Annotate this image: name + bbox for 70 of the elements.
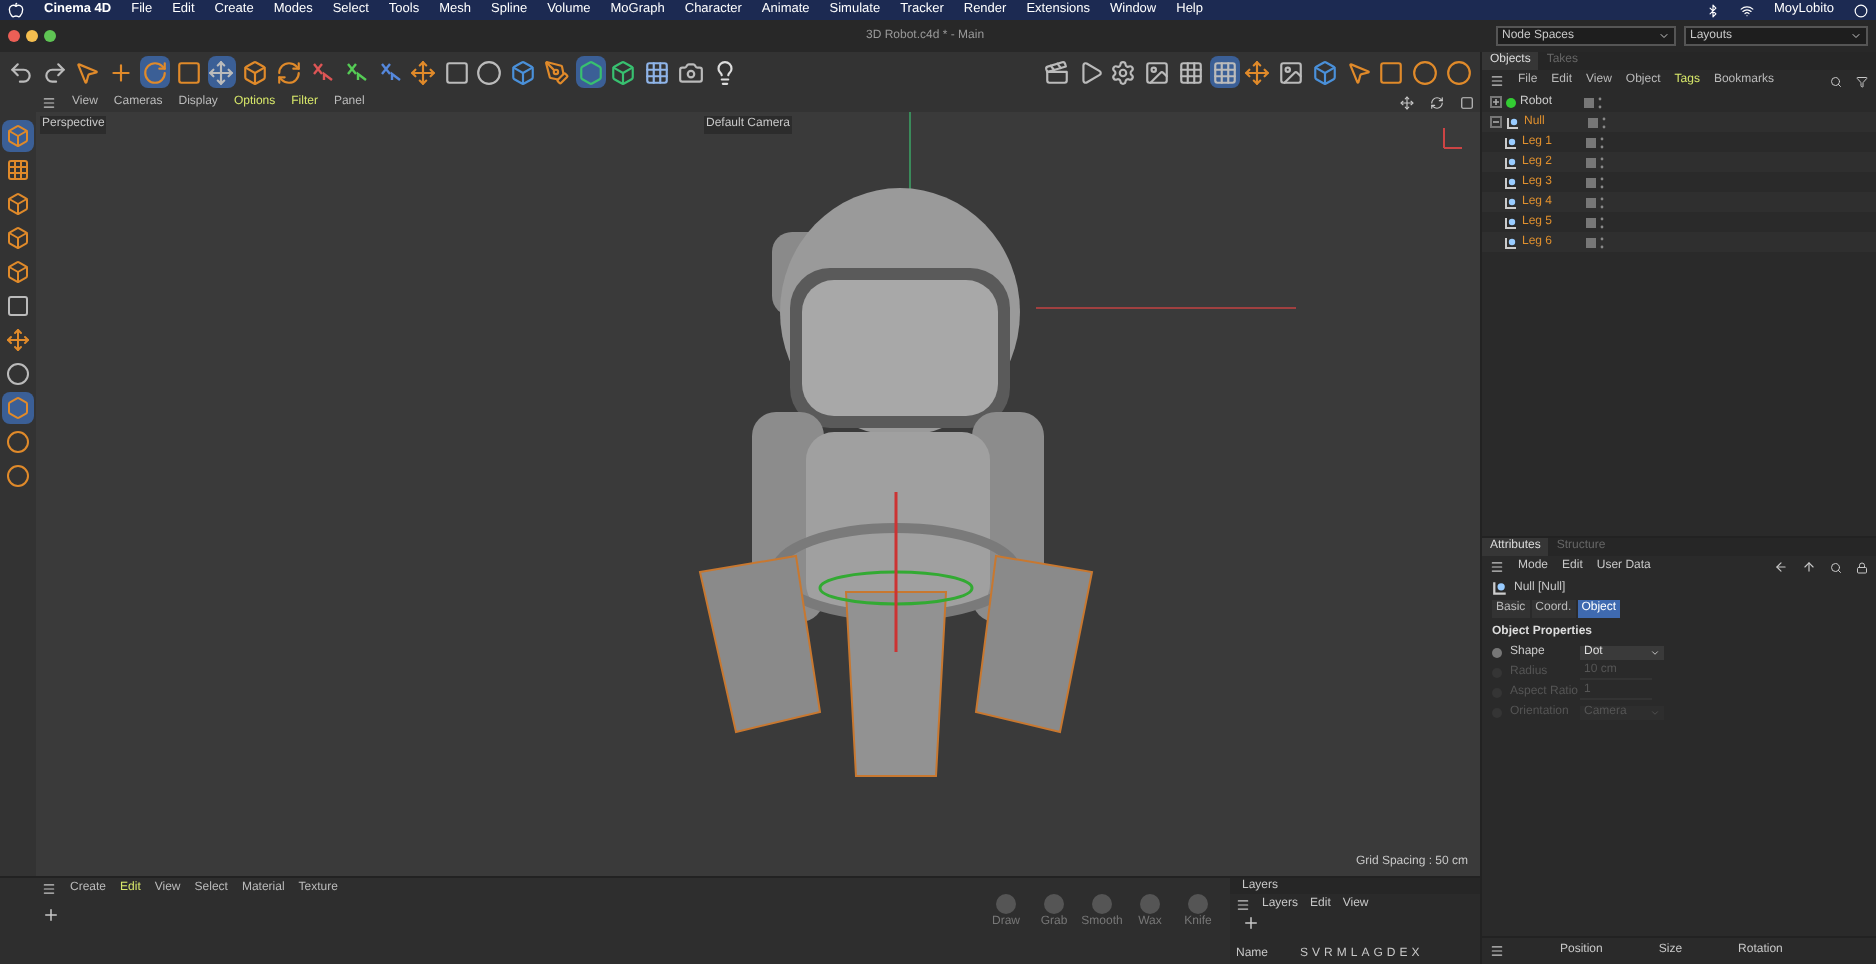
coords-tool-button[interactable] [408,56,438,88]
wifi-icon[interactable] [1740,3,1754,17]
menu-icon[interactable] [42,881,56,895]
settings-tool-button[interactable] [1109,56,1139,88]
chevron-icon [1650,647,1660,657]
box-select-tool-button[interactable] [1377,56,1407,88]
model-tool-button[interactable] [2,120,34,152]
maximize-icon[interactable] [1460,95,1474,109]
subdivision-tool-button[interactable] [575,56,605,88]
brush-icon [1044,894,1064,914]
brush-icon [996,894,1016,914]
close-window-button[interactable] [8,30,20,42]
plane-tool-button[interactable] [642,56,672,88]
pen-tool-button[interactable] [542,56,572,88]
expand-toggle[interactable] [1490,96,1502,108]
chevron-icon [1850,30,1862,42]
add-layer-icon[interactable] [1242,914,1260,932]
axis-lock-icon [343,60,368,84]
search-icon[interactable] [1830,561,1842,573]
cube-tool-button[interactable] [508,56,538,88]
pan-icon[interactable] [1400,95,1414,109]
null-object-icon [1504,135,1518,149]
orbit-icon[interactable] [1430,95,1444,109]
minimize-window-button[interactable] [26,30,38,42]
recent-tool-button[interactable] [274,56,304,88]
expand-toggle[interactable] [1490,116,1502,128]
chevron-icon [1658,30,1670,42]
null-object-icon [1504,175,1518,189]
object-tool-button[interactable] [240,56,270,88]
back-arrow-icon[interactable] [1774,560,1788,574]
snap-tool-button[interactable] [2,392,34,424]
coords-tool-button[interactable] [1243,56,1273,88]
axis-lock-icon [310,60,335,84]
menu-icon[interactable] [1490,560,1504,574]
null-object-icon [1504,215,1518,229]
brush-icon [1092,894,1112,914]
null-object-icon [1506,115,1520,129]
up-arrow-icon[interactable] [1802,560,1816,574]
null-object-icon [1504,155,1518,169]
control-center-icon[interactable] [1854,3,1868,17]
chevron-icon [1650,707,1660,717]
clapper-tool-button[interactable] [1042,56,1072,88]
bluetooth-icon[interactable] [1706,3,1720,17]
extrude-tool-button[interactable] [609,56,639,88]
null-object-icon [1492,580,1508,596]
brush-icon [1188,894,1208,914]
null-object-icon [1504,195,1518,209]
filter-icon[interactable] [1856,75,1868,87]
null-object-icon [1504,235,1518,249]
radio-icon[interactable] [1492,647,1502,657]
rotate-tool-button[interactable] [140,56,170,88]
search-icon[interactable] [1830,75,1842,87]
transform-tool-button[interactable] [207,56,237,88]
grid-tool-button[interactable] [1209,56,1240,88]
picture-tool-button[interactable] [1276,56,1307,88]
picture-tool-button[interactable] [1142,56,1173,88]
maximize-window-button[interactable] [44,30,56,42]
texture-tool-button[interactable] [2,154,34,186]
brush-icon [1140,894,1160,914]
grid-tool-button[interactable] [1176,56,1206,88]
add-material-icon[interactable] [42,906,60,924]
menu-icon[interactable] [1490,944,1504,958]
apple-icon[interactable] [8,2,24,18]
axis-lock-icon [377,60,402,84]
lock-icon[interactable] [1856,561,1868,573]
cube-tool-button[interactable] [1310,56,1340,88]
menu-icon[interactable] [1236,897,1250,911]
menu-icon[interactable] [42,95,56,109]
menu-icon[interactable] [1490,74,1504,88]
scale-tool-button[interactable] [173,56,203,88]
